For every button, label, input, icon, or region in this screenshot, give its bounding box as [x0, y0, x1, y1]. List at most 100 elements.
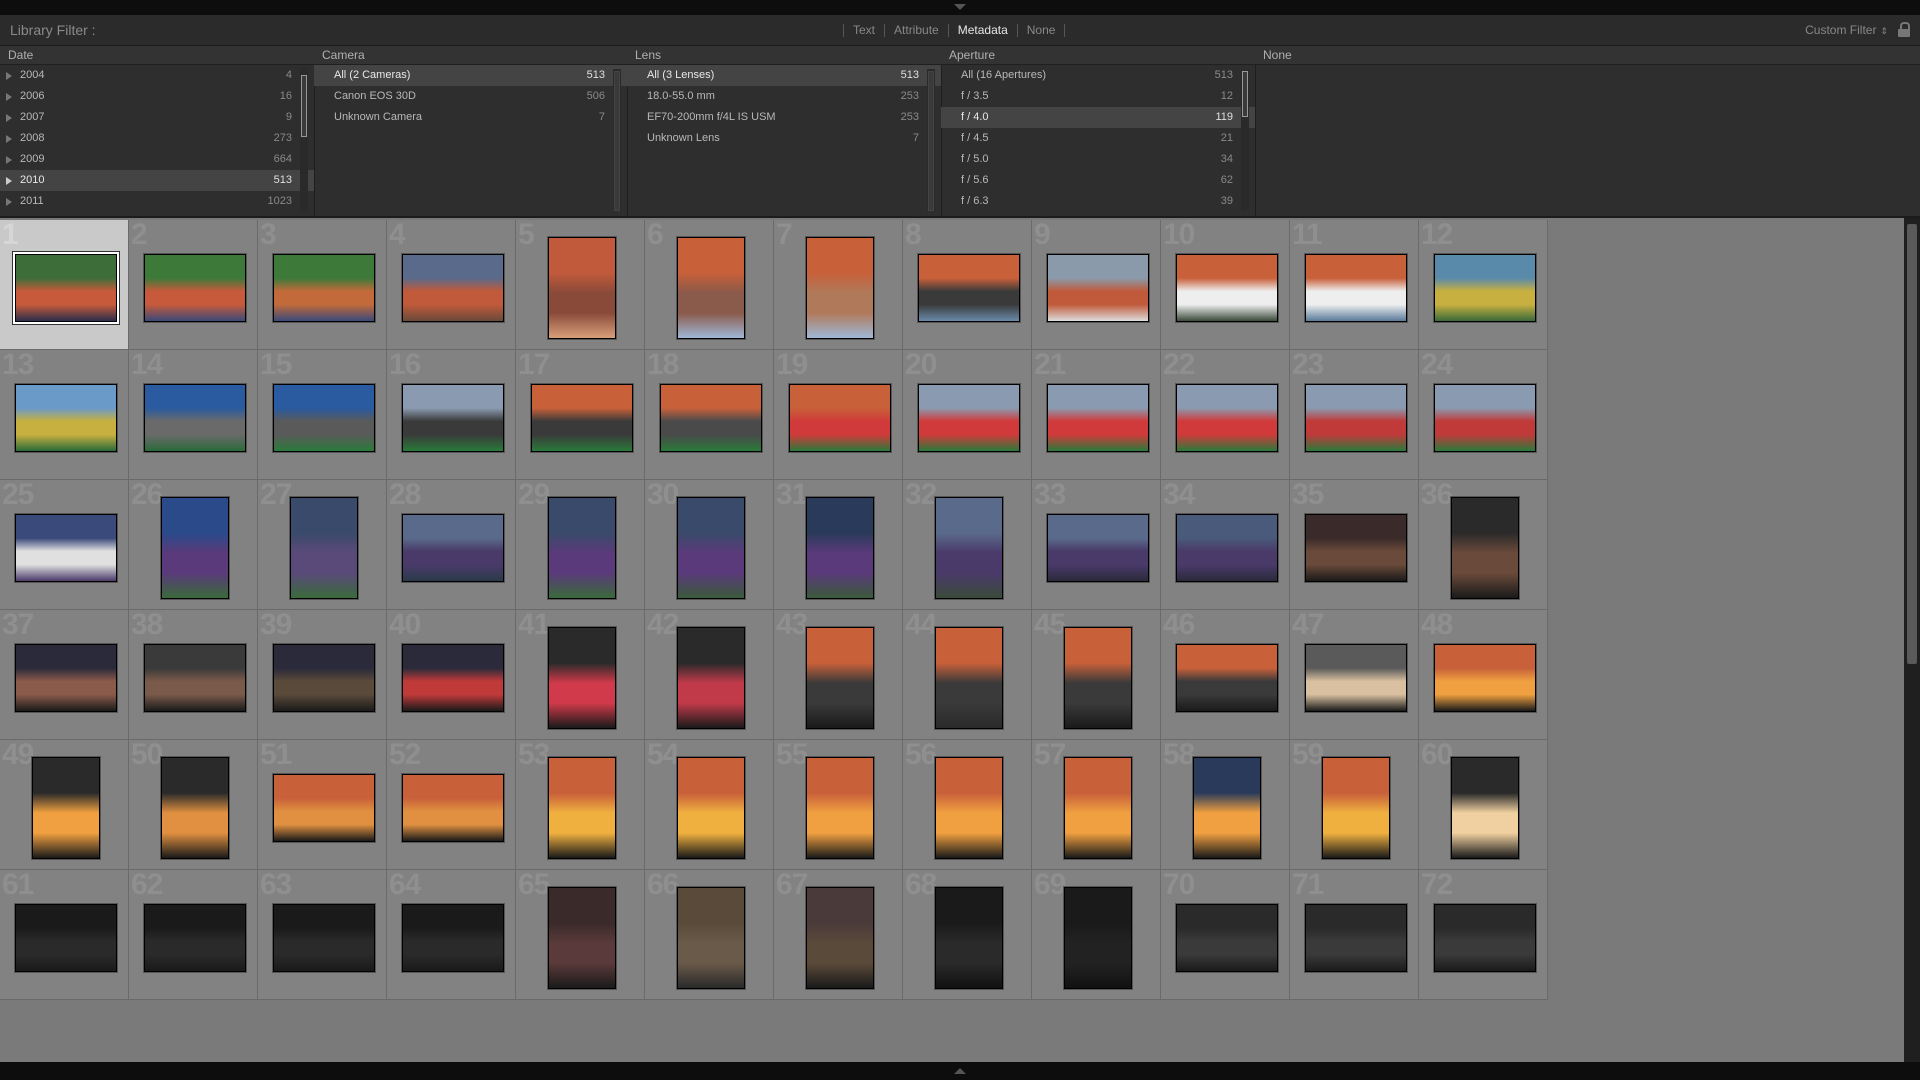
disclosure-triangle-icon[interactable] [6, 135, 12, 143]
photo-thumbnail[interactable] [402, 514, 504, 582]
photo-thumbnail[interactable] [935, 887, 1003, 989]
mode-none-tab[interactable]: None [1027, 23, 1056, 37]
photo-thumbnail[interactable] [806, 627, 874, 729]
thumbnail-cell[interactable]: 17 [516, 350, 645, 480]
thumbnail-cell[interactable]: 3 [258, 220, 387, 350]
photo-thumbnail[interactable] [402, 774, 504, 842]
thumbnail-cell[interactable]: 8 [903, 220, 1032, 350]
photo-thumbnail[interactable] [1305, 254, 1407, 322]
column-header[interactable]: Camera [314, 46, 627, 65]
thumbnail-cell[interactable]: 63 [258, 870, 387, 1000]
thumbnail-cell[interactable]: 60 [1419, 740, 1548, 870]
photo-thumbnail[interactable] [806, 887, 874, 989]
column-header[interactable]: Aperture [941, 46, 1255, 65]
filter-row[interactable]: 2007 9 [0, 107, 314, 128]
thumbnail-cell[interactable]: 34 [1161, 480, 1290, 610]
filter-row[interactable]: All (16 Apertures) 513 [941, 65, 1255, 86]
photo-thumbnail[interactable] [402, 644, 504, 712]
photo-thumbnail[interactable] [273, 644, 375, 712]
photo-thumbnail[interactable] [273, 774, 375, 842]
photo-thumbnail[interactable] [144, 254, 246, 322]
column-scrollbar[interactable] [927, 69, 935, 211]
photo-thumbnail[interactable] [677, 627, 745, 729]
photo-thumbnail[interactable] [1305, 514, 1407, 582]
thumbnail-cell[interactable]: 52 [387, 740, 516, 870]
photo-thumbnail[interactable] [1176, 514, 1278, 582]
photo-thumbnail[interactable] [1176, 384, 1278, 452]
thumbnail-cell[interactable]: 16 [387, 350, 516, 480]
thumbnail-cell[interactable]: 28 [387, 480, 516, 610]
thumbnail-cell[interactable]: 32 [903, 480, 1032, 610]
photo-thumbnail[interactable] [1193, 757, 1261, 859]
thumbnail-cell[interactable]: 27 [258, 480, 387, 610]
thumbnail-cell[interactable]: 48 [1419, 610, 1548, 740]
thumbnail-cell[interactable]: 36 [1419, 480, 1548, 610]
thumbnail-cell[interactable]: 61 [0, 870, 129, 1000]
filter-row[interactable]: f / 5.6 62 [941, 170, 1255, 191]
filter-row[interactable]: 2008 273 [0, 128, 314, 149]
photo-thumbnail[interactable] [935, 627, 1003, 729]
photo-thumbnail[interactable] [1305, 644, 1407, 712]
thumbnail-cell[interactable]: 57 [1032, 740, 1161, 870]
photo-thumbnail[interactable] [144, 904, 246, 972]
filter-row[interactable]: All (2 Cameras) 513 [314, 65, 627, 86]
photo-thumbnail[interactable] [1047, 254, 1149, 322]
thumbnail-cell[interactable]: 71 [1290, 870, 1419, 1000]
column-scrollbar-thumb[interactable] [301, 75, 307, 137]
photo-thumbnail[interactable] [806, 497, 874, 599]
photo-thumbnail[interactable] [161, 757, 229, 859]
photo-thumbnail[interactable] [1322, 757, 1390, 859]
collapse-top-panel-icon[interactable] [954, 4, 966, 10]
thumbnail-cell[interactable]: 37 [0, 610, 129, 740]
photo-thumbnail[interactable] [273, 254, 375, 322]
thumbnail-cell[interactable]: 31 [774, 480, 903, 610]
filter-row[interactable]: f / 4.5 21 [941, 128, 1255, 149]
thumbnail-cell[interactable]: 35 [1290, 480, 1419, 610]
photo-thumbnail[interactable] [15, 254, 117, 322]
photo-thumbnail[interactable] [548, 627, 616, 729]
photo-thumbnail[interactable] [677, 757, 745, 859]
filter-preset-dropdown[interactable]: Custom Filter ⇕ [1805, 23, 1888, 37]
disclosure-triangle-icon[interactable] [6, 72, 12, 80]
photo-thumbnail[interactable] [402, 384, 504, 452]
filter-row[interactable]: 2010 513 [0, 170, 314, 191]
column-scrollbar-thumb[interactable] [614, 71, 620, 211]
photo-thumbnail[interactable] [1176, 644, 1278, 712]
thumbnail-cell[interactable]: 4 [387, 220, 516, 350]
thumbnail-cell[interactable]: 6 [645, 220, 774, 350]
thumbnail-cell[interactable]: 12 [1419, 220, 1548, 350]
photo-thumbnail[interactable] [1047, 514, 1149, 582]
thumbnail-cell[interactable]: 56 [903, 740, 1032, 870]
photo-thumbnail[interactable] [1451, 497, 1519, 599]
photo-thumbnail[interactable] [935, 757, 1003, 859]
filter-row[interactable]: f / 6.3 39 [941, 191, 1255, 212]
filter-row[interactable]: f / 3.5 12 [941, 86, 1255, 107]
filter-row[interactable]: 2004 4 [0, 65, 314, 86]
filter-row[interactable]: 18.0-55.0 mm 253 [627, 86, 941, 107]
thumbnail-cell[interactable]: 40 [387, 610, 516, 740]
thumbnail-cell[interactable]: 68 [903, 870, 1032, 1000]
photo-thumbnail[interactable] [677, 237, 745, 339]
photo-thumbnail[interactable] [548, 237, 616, 339]
photo-thumbnail[interactable] [1434, 644, 1536, 712]
thumbnail-cell[interactable]: 49 [0, 740, 129, 870]
thumbnail-cell[interactable]: 41 [516, 610, 645, 740]
photo-thumbnail[interactable] [1064, 887, 1132, 989]
filter-row[interactable]: f / 4.0 119 [941, 107, 1255, 128]
thumbnail-cell[interactable]: 62 [129, 870, 258, 1000]
filter-row[interactable]: 2006 16 [0, 86, 314, 107]
thumbnail-cell[interactable]: 22 [1161, 350, 1290, 480]
thumbnail-cell[interactable]: 15 [258, 350, 387, 480]
thumbnail-cell[interactable]: 29 [516, 480, 645, 610]
thumbnail-cell[interactable]: 53 [516, 740, 645, 870]
photo-thumbnail[interactable] [1434, 254, 1536, 322]
thumbnail-cell[interactable]: 54 [645, 740, 774, 870]
thumbnail-cell[interactable]: 23 [1290, 350, 1419, 480]
photo-thumbnail[interactable] [806, 237, 874, 339]
thumbnail-cell[interactable]: 72 [1419, 870, 1548, 1000]
filter-row[interactable]: Canon EOS 30D 506 [314, 86, 627, 107]
thumbnail-cell[interactable]: 18 [645, 350, 774, 480]
lock-icon[interactable] [1898, 22, 1910, 37]
thumbnail-cell[interactable]: 39 [258, 610, 387, 740]
photo-thumbnail[interactable] [935, 497, 1003, 599]
